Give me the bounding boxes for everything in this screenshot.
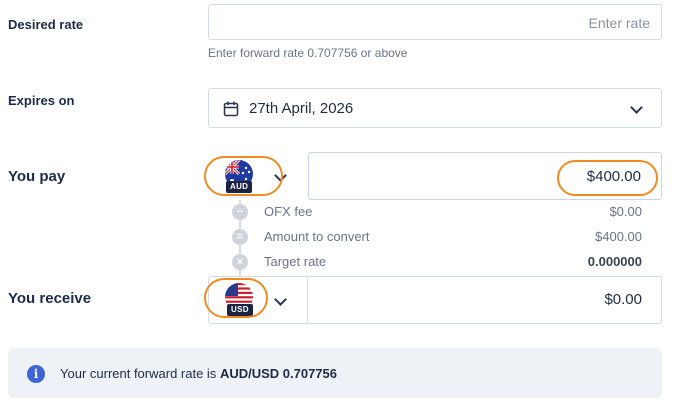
expiry-date-picker[interactable]: 27th April, 2026 [208,88,662,128]
fee-row-ofx-fee: − OFX fee $0.00 [232,202,642,222]
fee-value: $400.00 [595,229,642,244]
chevron-down-icon [630,101,643,114]
you-pay-label: You pay [8,168,66,185]
desired-rate-input[interactable]: Enter rate [208,4,662,40]
desired-rate-label: Desired rate [8,17,84,32]
info-icon: i [27,365,45,383]
fee-label: Amount to convert [264,229,370,244]
highlight-ring [204,278,268,318]
equals-icon: = [232,229,248,245]
fee-value: $0.00 [609,204,642,219]
fee-label: OFX fee [264,204,313,219]
forward-rate-info-text: Your current forward rate is AUD/USD 0.7… [60,366,337,381]
highlight-ring [557,160,658,196]
desired-rate-placeholder: Enter rate [588,15,650,31]
fee-value: 0.000000 [587,254,642,269]
fee-row-target-rate: × Target rate 0.000000 [232,252,642,272]
chevron-down-icon [274,293,287,306]
fee-label: Target rate [264,254,327,269]
desired-rate-hint: Enter forward rate 0.707756 or above [208,46,408,60]
expires-on-label: Expires on [8,93,75,108]
times-icon: × [232,254,248,270]
fee-row-amount-to-convert: = Amount to convert $400.00 [232,227,642,247]
you-receive-label: You receive [8,290,92,307]
calendar-icon [223,101,239,122]
forward-rate-info-box: i Your current forward rate is AUD/USD 0… [8,348,662,398]
forward-rate-value: AUD/USD 0.707756 [219,366,337,381]
receive-amount-input[interactable]: $0.00 [308,276,662,324]
expiry-date-value: 27th April, 2026 [249,100,354,117]
highlight-ring [204,156,283,196]
minus-icon: − [232,204,248,220]
receive-amount-value: $0.00 [604,291,642,308]
